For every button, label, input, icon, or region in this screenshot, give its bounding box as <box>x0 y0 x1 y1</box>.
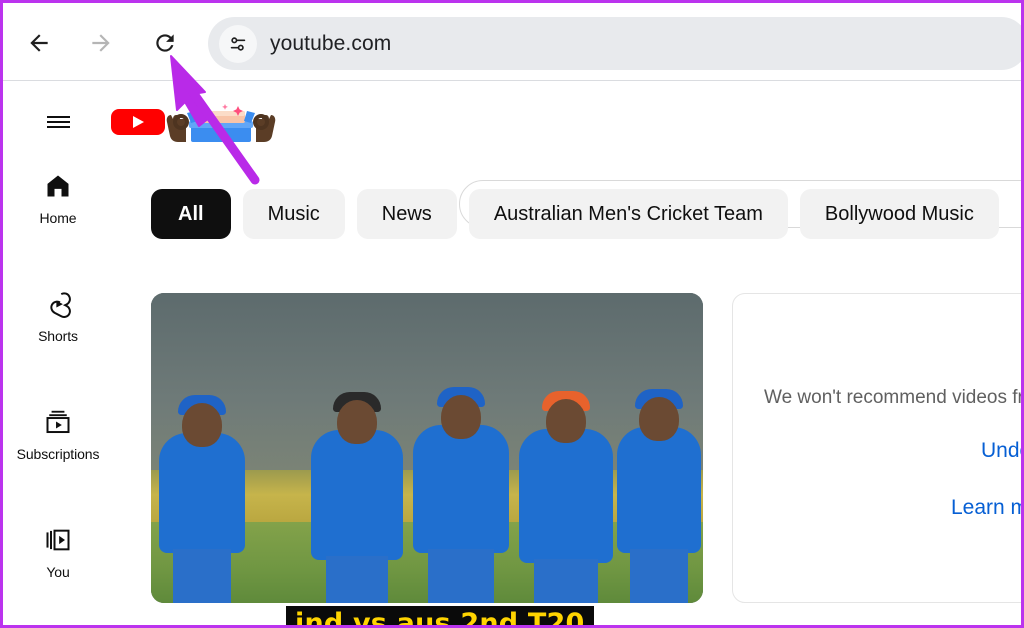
sidebar-item-shorts[interactable]: Shorts <box>3 287 113 367</box>
sidebar-label-you: You <box>46 564 70 580</box>
mini-guide-sidebar: Home Shorts Subscriptions You <box>3 169 113 625</box>
guide-toggle-button[interactable] <box>36 100 80 144</box>
sidebar-label-shorts: Shorts <box>38 328 78 344</box>
thumbnail-player <box>413 387 509 603</box>
gift-box-doodle[interactable] <box>165 103 277 145</box>
thumbnail-player <box>311 391 403 603</box>
not-interested-message: We won't recommend videos fro <box>764 387 1021 408</box>
sidebar-item-subscriptions[interactable]: Subscriptions <box>3 405 113 485</box>
chip-news[interactable]: News <box>356 189 457 239</box>
address-bar-url: youtube.com <box>270 31 392 55</box>
chip-all[interactable]: All <box>151 189 231 239</box>
back-arrow-icon <box>30 34 48 52</box>
thumbnail-player <box>617 389 701 603</box>
thumbnail-player <box>519 390 613 603</box>
sidebar-item-you[interactable]: You <box>3 523 113 603</box>
gift-box-doodle-icon <box>166 104 276 142</box>
chip-bollywood-music[interactable]: Bollywood Music <box>799 189 999 239</box>
you-library-icon <box>44 523 72 557</box>
browser-toolbar: youtube.com <box>3 3 1021 81</box>
chip-music[interactable]: Music <box>242 189 345 239</box>
subscriptions-icon <box>44 405 72 439</box>
sidebar-label-home: Home <box>39 210 77 226</box>
reload-button[interactable] <box>143 21 187 65</box>
screenshot-root: youtube.com Home Shorts Subscriptions Yo… <box>0 0 1024 628</box>
forward-button[interactable] <box>79 21 123 65</box>
sidebar-item-home[interactable]: Home <box>3 169 113 249</box>
address-bar[interactable]: youtube.com <box>208 17 1021 70</box>
chip-australian-mens-cricket-team[interactable]: Australian Men's Cricket Team <box>468 189 788 239</box>
site-settings-sliders-icon <box>230 36 246 51</box>
back-button[interactable] <box>17 21 61 65</box>
hamburger-menu-icon <box>46 113 70 131</box>
home-icon <box>44 169 72 203</box>
reload-icon <box>156 34 174 52</box>
shorts-icon <box>44 287 72 321</box>
youtube-page: Search Home Shorts <box>3 81 1021 625</box>
sidebar-label-subscriptions: Subscriptions <box>16 446 100 462</box>
thumbnail-title-line-1: ind vs aus 2nd T20 <box>286 606 594 625</box>
forward-arrow-icon <box>92 34 110 52</box>
youtube-masthead: Search <box>3 81 1021 228</box>
not-interested-card: We won't recommend videos fro Undo Learn… <box>732 293 1021 603</box>
youtube-logo-icon <box>111 109 165 135</box>
site-settings-button[interactable] <box>219 24 257 63</box>
thumbnail-player <box>159 395 245 603</box>
video-thumbnail[interactable] <box>151 293 703 603</box>
learn-more-link[interactable]: Learn m <box>951 496 1021 520</box>
filter-chip-bar: All Music News Australian Men's Cricket … <box>151 189 999 239</box>
undo-link[interactable]: Undo <box>981 439 1021 463</box>
youtube-logo[interactable] <box>111 107 165 137</box>
